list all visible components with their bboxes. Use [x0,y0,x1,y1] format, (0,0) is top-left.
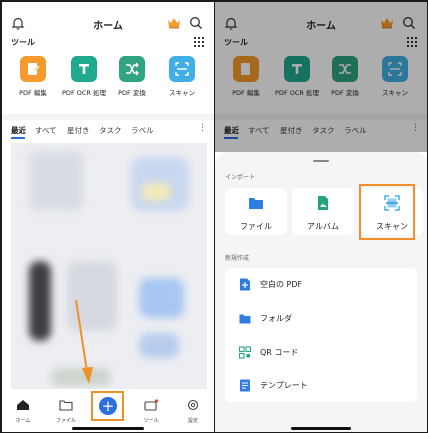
import-album-button[interactable]: アルバム [292,188,354,235]
template-icon [240,379,250,392]
nav-home[interactable]: ホーム [5,396,41,424]
nav-label: ファイル [55,418,76,424]
tool-label: スキャン [169,89,195,97]
nav-tools[interactable]: ツール [133,396,169,424]
shuffle-icon [119,56,145,82]
tool-pdf-edit[interactable]: PDF 編集 [9,56,57,97]
tab-all[interactable]: すべて [35,125,57,136]
image-file-icon [318,196,328,210]
active-tab-indicator [11,137,25,139]
nav-settings[interactable]: 設定 [175,396,211,424]
pdf-edit-icon [20,56,46,82]
sheet-handle[interactable] [313,160,329,162]
recent-documents-blurred [11,143,207,389]
tools-section-label: ツール [11,38,35,47]
gear-icon [187,399,199,411]
ocr-t-icon [71,56,97,82]
nav-files[interactable]: ファイル [48,396,84,424]
create-label: 空白の PDF [260,280,303,289]
grid-menu-icon[interactable] [193,36,205,48]
home-icon [17,400,29,410]
tab-tasks[interactable]: タスク [99,125,122,136]
create-blank-pdf[interactable]: 空白の PDF [225,268,417,301]
more-options-icon[interactable]: ⋮ [198,123,207,133]
highlight-frame [359,184,415,240]
add-button[interactable]: + [99,397,117,415]
tab-starred[interactable]: 星付き [67,125,90,136]
create-label: フォルダ [260,314,292,323]
toolbox-icon [144,399,159,411]
create-options-list: 空白の PDF フォルダ QR コード テンプレート [225,268,417,402]
tool-scan[interactable]: スキャン [158,56,206,97]
status-bar [2,2,214,14]
qr-code-icon [239,346,251,359]
highlight-frame: + [91,391,124,421]
tool-pdf-ocr[interactable]: PDF OCR 処理 [60,56,108,97]
folder-icon [239,314,251,324]
create-template[interactable]: テンプレート [225,369,417,402]
folder-icon [249,198,263,209]
nav-label: 設定 [187,418,198,424]
import-section-label: インポート [225,174,256,181]
search-icon[interactable] [189,16,203,30]
create-qr-code[interactable]: QR コード [225,336,417,369]
tab-recent[interactable]: 最近 [11,125,26,136]
create-folder[interactable]: フォルダ [225,302,417,335]
import-file-button[interactable]: ファイル [225,188,287,235]
import-label: ファイル [240,222,272,231]
create-label: テンプレート [260,381,308,390]
folder-icon [59,400,73,411]
nav-label: ホーム [15,418,31,424]
bottom-sheet: インポート ファイル アルバム スキャン 新規作成 空白の PDF フォルダ Q… [215,152,427,432]
home-indicator [72,427,144,430]
import-label: アルバム [307,222,339,231]
create-section-label: 新規作成 [225,255,250,262]
tool-label: PDF OCR 処理 [62,89,106,97]
tool-label: PDF 編集 [19,89,47,97]
nav-label: ツール [143,418,159,424]
blank-pdf-icon [240,278,250,291]
crown-icon[interactable] [167,17,181,29]
overlay-backdrop[interactable] [215,2,427,152]
add-sheet-screen: ホーム ツール PDF 編集 PDF OCR 処理 PDF 変換 スキャン 最近… [215,2,427,432]
document-tabs: 最近 すべて 星付き タスク ラベル ⋮ [2,123,214,139]
create-label: QR コード [260,348,299,357]
scan-icon [169,56,195,82]
plus-icon: + [101,397,115,415]
tab-labels[interactable]: ラベル [131,125,154,136]
home-screen: ホーム ツール PDF 編集 PDF OCR 処理 PDF 変換 スキャン 最近… [2,2,214,432]
home-indicator [291,427,351,430]
page-title: ホーム [93,21,123,32]
tool-label: PDF 変換 [118,89,146,97]
tool-pdf-convert[interactable]: PDF 変換 [108,56,156,97]
section-divider [2,114,214,120]
top-bar: ホーム [2,14,214,36]
